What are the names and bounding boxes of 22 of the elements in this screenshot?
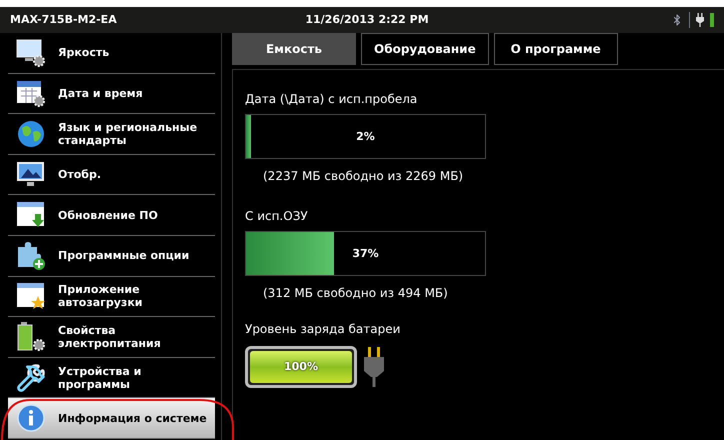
battery-label: Уровень заряда батареи: [245, 321, 402, 338]
progress-reading: 37%: [351, 246, 380, 262]
sidebar-item[interactable]: Информация о системе: [8, 398, 215, 439]
sidebar-item[interactable]: Дата и время: [8, 74, 215, 114]
progress-reading: 2%: [355, 129, 376, 145]
sidebar-item[interactable]: Приложение автозагрузки: [8, 276, 215, 318]
sidebar-item[interactable]: Обновление ПО: [8, 195, 215, 236]
device-name: MAX-715B-M2-EA: [10, 12, 118, 28]
sidebar-item[interactable]: Язык и региональные стандарты: [8, 114, 215, 155]
battery-reading: 100%: [283, 358, 319, 375]
meter-detail: (312 МБ свободно из 494 МБ): [262, 285, 449, 302]
date-time: 11/26/2013 2:22 PM: [304, 12, 430, 28]
meter-label: Дата (\Дата) с исп.пробела: [245, 91, 418, 108]
tab[interactable]: Оборудование: [361, 33, 489, 65]
sidebar-item[interactable]: Яркость: [8, 33, 215, 74]
tab[interactable]: Емкость: [232, 33, 356, 65]
sidebar-item[interactable]: Отобр.: [8, 154, 215, 196]
sidebar-item[interactable]: Свойства электропитания: [8, 317, 215, 358]
meter-label: С исп.ОЗУ: [245, 208, 309, 225]
sidebar-item[interactable]: Программные опции: [8, 236, 215, 277]
tab[interactable]: О программе: [494, 33, 618, 65]
meter-detail: (2237 МБ свободно из 2269 МБ): [262, 168, 464, 185]
